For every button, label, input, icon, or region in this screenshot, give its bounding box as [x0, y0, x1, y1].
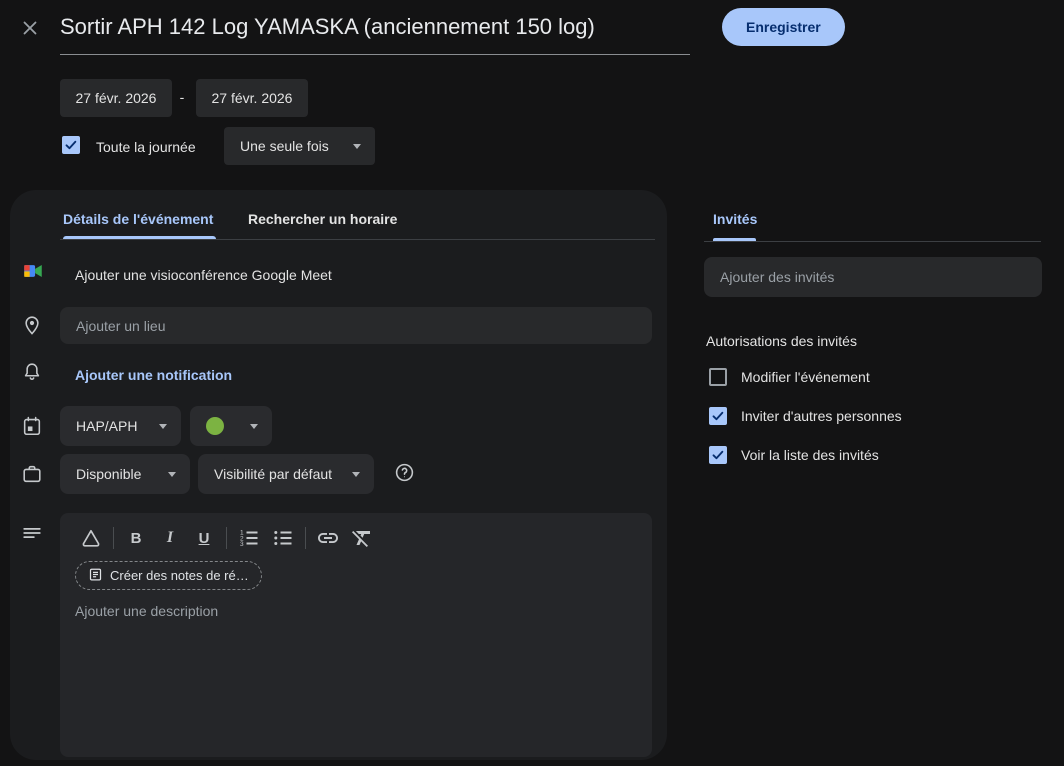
description-placeholder[interactable]: Ajouter une description	[75, 603, 218, 619]
add-guests-input[interactable]	[704, 257, 1042, 297]
toolbar-divider	[305, 527, 306, 549]
visibility-value: Visibilité par défaut	[214, 466, 332, 482]
numbered-list-icon[interactable]: 123	[232, 524, 266, 552]
event-details-card: Détails de l'événement Rechercher un hor…	[10, 190, 667, 760]
add-notification-button[interactable]: Ajouter une notification	[75, 367, 232, 383]
recurrence-value: Une seule fois	[240, 138, 329, 154]
notification-bell-icon	[21, 361, 43, 388]
calendar-select-value: HAP/APH	[76, 418, 137, 434]
attach-drive-icon[interactable]	[74, 524, 108, 552]
event-color-dropdown[interactable]	[190, 406, 272, 446]
tabs-divider	[60, 239, 655, 240]
permission-label-modify: Modifier l'événement	[741, 369, 870, 385]
toolbar-divider	[226, 527, 227, 549]
all-day-checkbox[interactable]	[62, 136, 80, 154]
underline-button[interactable]: U	[187, 524, 221, 552]
checkmark-icon	[64, 138, 78, 152]
create-meeting-notes-button[interactable]: Créer des notes de ré…	[75, 561, 262, 590]
bold-button[interactable]: B	[119, 524, 153, 552]
google-meet-icon	[23, 261, 43, 286]
chevron-down-icon	[352, 472, 360, 477]
all-day-label: Toute la journée	[96, 139, 196, 155]
clear-formatting-icon[interactable]	[345, 524, 379, 552]
tab-guests[interactable]: Invités	[713, 211, 757, 227]
formatting-toolbar: B I U 123	[60, 513, 652, 557]
chevron-down-icon	[353, 144, 361, 149]
close-icon	[19, 17, 41, 44]
notes-button-label: Créer des notes de ré…	[110, 568, 249, 583]
notes-document-icon	[88, 567, 103, 585]
briefcase-icon	[21, 463, 43, 490]
add-google-meet-button[interactable]: Ajouter une visioconférence Google Meet	[75, 267, 332, 283]
permission-label-invite: Inviter d'autres personnes	[741, 408, 902, 424]
calendar-select-dropdown[interactable]: HAP/APH	[60, 406, 181, 446]
svg-text:3: 3	[240, 541, 244, 548]
help-icon[interactable]	[394, 462, 415, 488]
save-button[interactable]: Enregistrer	[722, 8, 845, 46]
visibility-dropdown[interactable]: Visibilité par défaut	[198, 454, 374, 494]
chevron-down-icon	[168, 472, 176, 477]
title-input[interactable]: Sortir APH 142 Log YAMASKA (anciennement…	[60, 12, 690, 55]
checkmark-icon	[711, 409, 725, 423]
event-color-swatch	[206, 417, 224, 435]
description-editor[interactable]: B I U 123	[60, 513, 652, 757]
close-button[interactable]	[14, 14, 46, 46]
tab-find-a-time[interactable]: Rechercher un horaire	[248, 211, 397, 227]
end-date-button[interactable]: 27 févr. 2026	[196, 79, 308, 117]
start-date-button[interactable]: 27 févr. 2026	[60, 79, 172, 117]
chevron-down-icon	[159, 424, 167, 429]
guest-permissions-title: Autorisations des invités	[706, 333, 857, 349]
availability-dropdown[interactable]: Disponible	[60, 454, 190, 494]
location-pin-icon	[21, 314, 43, 341]
permission-checkbox-invite[interactable]	[709, 407, 727, 425]
recurrence-dropdown[interactable]: Une seule fois	[224, 127, 375, 165]
tab-event-details[interactable]: Détails de l'événement	[63, 211, 213, 227]
insert-link-icon[interactable]	[311, 524, 345, 552]
guests-divider	[704, 241, 1041, 242]
date-separator: -	[175, 89, 189, 105]
availability-value: Disponible	[76, 466, 141, 482]
bulleted-list-icon[interactable]	[266, 524, 300, 552]
chevron-down-icon	[250, 424, 258, 429]
location-input[interactable]	[60, 307, 652, 344]
calendar-icon	[21, 415, 43, 442]
event-title: Sortir APH 142 Log YAMASKA (anciennement…	[60, 12, 690, 42]
italic-button[interactable]: I	[153, 524, 187, 552]
permission-checkbox-modify[interactable]	[709, 368, 727, 386]
description-lines-icon	[21, 522, 43, 549]
permission-label-see-list: Voir la liste des invités	[741, 447, 879, 463]
toolbar-divider	[113, 527, 114, 549]
permission-checkbox-see-list[interactable]	[709, 446, 727, 464]
checkmark-icon	[711, 448, 725, 462]
event-edit-page: Sortir APH 142 Log YAMASKA (anciennement…	[0, 0, 1064, 766]
